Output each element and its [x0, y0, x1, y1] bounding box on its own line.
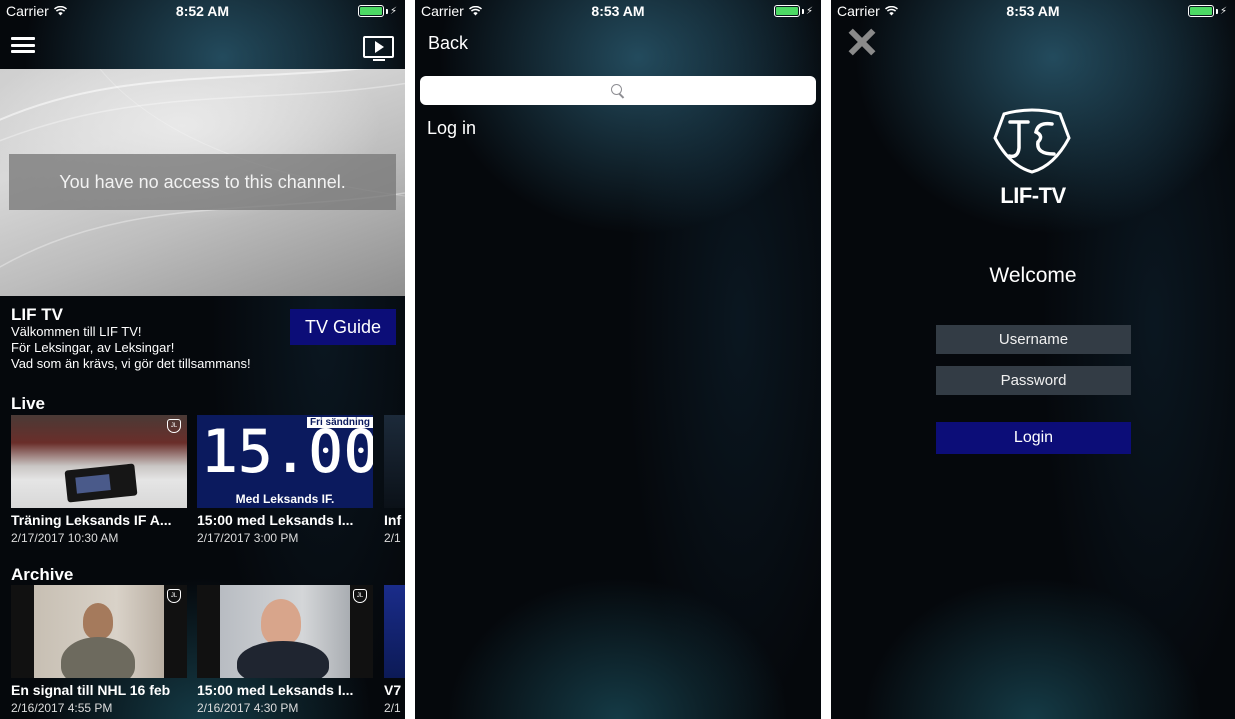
archive-thumbnail[interactable]: JL — [197, 585, 373, 678]
live-item-date: 2/17/2017 10:30 AM — [11, 531, 119, 545]
video-player[interactable]: You have no access to this channel. — [0, 69, 405, 296]
hamburger-icon[interactable] — [11, 37, 35, 53]
live-item-title[interactable]: 15:00 med Leksands I... — [197, 512, 377, 528]
lif-shield-logo — [993, 108, 1071, 174]
live-item-date: 2/17/2017 3:00 PM — [197, 531, 299, 545]
archive-item-title[interactable]: V7 — [384, 682, 405, 698]
archive-item-date: 2/16/2017 4:55 PM — [11, 701, 113, 715]
thumb-caption: Med Leksands IF. — [235, 492, 335, 506]
clock: 8:53 AM — [591, 3, 645, 19]
channel-title: LIF TV — [11, 305, 63, 324]
battery-icon: ⚡ — [357, 5, 397, 17]
logo-text: LIF-TV — [1000, 183, 1066, 208]
description-line: Vad som än krävs, vi gör det tillsammans… — [11, 356, 251, 371]
tv-play-icon[interactable] — [363, 36, 394, 61]
archive-section-title: Archive — [11, 565, 74, 584]
clock: 8:53 AM — [1006, 3, 1060, 19]
no-access-message: You have no access to this channel. — [9, 154, 396, 210]
menu-screen: Carrier 8:53 AM ⚡ Back Log in — [415, 0, 821, 719]
description-line: Välkommen till LIF TV! — [11, 324, 142, 339]
username-field[interactable] — [936, 325, 1131, 354]
archive-item-date: 2/16/2017 4:30 PM — [197, 701, 299, 715]
login-button[interactable]: Login — [936, 422, 1131, 454]
live-thumbnail[interactable]: JL — [11, 415, 187, 508]
home-screen: Carrier 8:52 AM ⚡ You have no access to … — [0, 0, 405, 719]
live-thumbnail[interactable]: 15.00 Fri sändning Med Leksands IF. — [197, 415, 373, 508]
live-thumbnail[interactable] — [384, 415, 405, 508]
camera-image — [64, 463, 138, 503]
tv-guide-button[interactable]: TV Guide — [290, 309, 396, 345]
person-image — [261, 599, 301, 645]
status-bar: Carrier 8:53 AM ⚡ — [415, 0, 821, 22]
lif-logo-icon: JL — [167, 419, 181, 433]
menu-item-log-in[interactable]: Log in — [427, 118, 476, 139]
close-icon[interactable] — [846, 26, 878, 58]
archive-thumbnail[interactable]: JL — [11, 585, 187, 678]
live-item-title[interactable]: Träning Leksands IF A... — [11, 512, 189, 528]
description-line: För Leksingar, av Leksingar! — [11, 340, 175, 355]
live-item-title[interactable]: Inf — [384, 512, 405, 528]
welcome-heading: Welcome — [989, 264, 1077, 287]
login-screen: Carrier 8:53 AM ⚡ LIF-TV Welcome Login — [831, 0, 1235, 719]
person-image — [83, 603, 113, 639]
status-bar: Carrier 8:52 AM ⚡ — [0, 0, 405, 22]
clock: 8:52 AM — [175, 3, 230, 19]
archive-item-title[interactable]: 15:00 med Leksands I... — [197, 682, 377, 698]
archive-thumbnail[interactable] — [384, 585, 405, 678]
channel-description: Välkommen till LIF TV! För Leksingar, av… — [11, 324, 251, 372]
live-item-date: 2/1 — [384, 531, 401, 545]
battery-icon: ⚡ — [773, 5, 813, 17]
lif-logo-icon: JL — [353, 589, 367, 603]
password-field[interactable] — [936, 366, 1131, 395]
status-bar: Carrier 8:53 AM ⚡ — [831, 0, 1235, 22]
archive-item-date: 2/1 — [384, 701, 401, 715]
battery-icon: ⚡ — [1187, 5, 1227, 17]
search-bar[interactable] — [420, 76, 816, 105]
thumb-tag: Fri sändning — [307, 417, 373, 428]
live-section-title: Live — [11, 394, 46, 413]
archive-item-title[interactable]: En signal till NHL 16 feb — [11, 682, 191, 698]
back-button[interactable]: Back — [428, 33, 468, 54]
lif-logo-icon: JL — [167, 589, 181, 603]
